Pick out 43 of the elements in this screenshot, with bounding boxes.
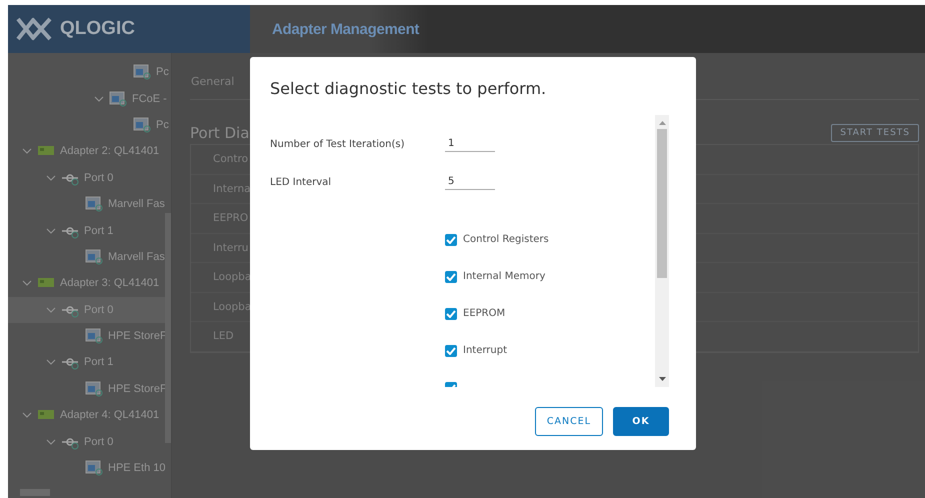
check-icon	[446, 236, 456, 244]
tree-item[interactable]: Port 0	[8, 164, 171, 191]
checkbox[interactable]	[445, 308, 457, 320]
check-icon	[446, 346, 456, 354]
window-icon	[85, 248, 103, 265]
scrollbar[interactable]	[20, 489, 50, 496]
tree-item[interactable]: Adapter 2: QL41401	[8, 138, 171, 165]
window-icon	[133, 116, 151, 133]
page-title: Adapter Management	[271, 20, 420, 40]
checkbox[interactable]	[445, 270, 457, 282]
window-icon	[85, 196, 103, 212]
dialog-title: Select diagnostic tests to perform.	[270, 79, 548, 100]
logo-mark-icon	[14, 17, 54, 41]
check-icon	[446, 272, 456, 280]
window-icon	[109, 90, 127, 107]
scrollbar[interactable]	[655, 115, 669, 387]
checkbox[interactable]	[445, 344, 457, 356]
checkbox-label: Control Registers	[463, 234, 549, 245]
tree-item[interactable]: Pc	[8, 59, 171, 86]
window-icon	[85, 380, 103, 397]
tree-item[interactable]: Pc	[8, 112, 171, 138]
cancel-button[interactable]: CANCEL	[534, 407, 603, 436]
section-heading: Port Dia	[190, 124, 250, 142]
tree-item[interactable]: HPE Eth 10	[8, 454, 171, 482]
start-tests-button[interactable]: START TESTS	[831, 124, 919, 142]
ok-button[interactable]: OK	[613, 407, 669, 436]
scroll-up-icon	[658, 121, 666, 125]
scrollbar[interactable]	[165, 213, 171, 443]
checkbox-label: Interrupt	[463, 345, 508, 356]
checkbox-label: EEPROM	[463, 308, 506, 319]
window-icon	[85, 460, 103, 476]
input-field[interactable]: 5	[445, 174, 495, 190]
checkbox[interactable]	[445, 234, 457, 246]
scroll-down-icon	[658, 377, 666, 381]
window-icon	[133, 64, 151, 80]
check-icon	[446, 310, 456, 318]
tree-item[interactable]: FCoE -	[8, 85, 171, 112]
field-label: LED Interval	[270, 176, 332, 188]
field-label: Number of Test Iteration(s)	[270, 138, 406, 150]
window-icon	[85, 328, 103, 344]
input-field[interactable]: 1	[445, 136, 495, 152]
logo-text: QLOGIC	[60, 18, 135, 40]
checkbox-label: Internal Memory	[463, 271, 546, 282]
